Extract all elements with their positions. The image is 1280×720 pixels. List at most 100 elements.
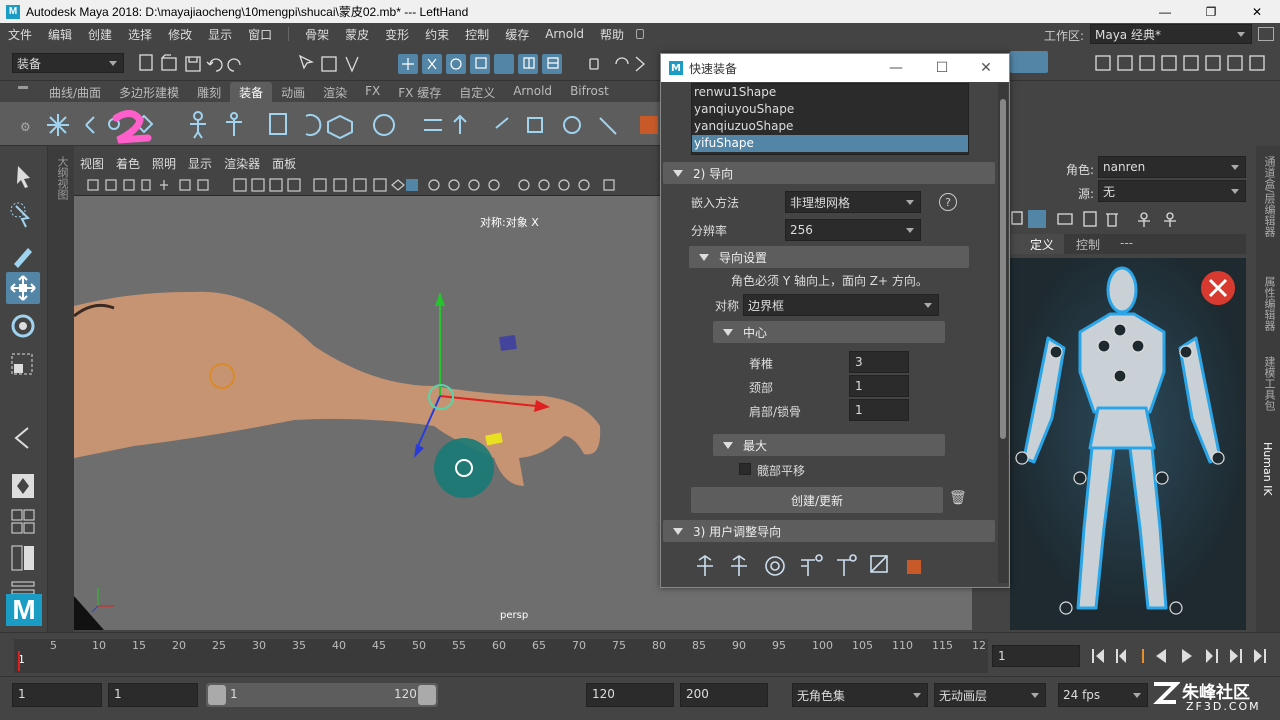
four-view-layout-icon[interactable] (6, 506, 40, 538)
shelf-tab-bifrost[interactable]: Bifrost (561, 82, 618, 102)
current-time-marker[interactable] (18, 651, 20, 671)
guides-section-header[interactable]: 2) 导向 (663, 162, 995, 184)
menu-skin[interactable]: 蒙皮 (337, 26, 377, 43)
shelf-tab-fx[interactable]: FX (356, 82, 389, 102)
hip-translation-checkbox[interactable] (739, 463, 751, 475)
resolution-dropdown[interactable]: 256 (785, 219, 921, 241)
shelf-tab-poly[interactable]: 多边形建模 (110, 82, 188, 102)
symmetry-dropdown[interactable]: 边界框 (743, 294, 939, 316)
shelf-tab-arnold[interactable]: Arnold (504, 82, 561, 102)
source-dropdown[interactable]: 无 (1098, 180, 1246, 202)
embed-method-dropdown[interactable]: 非理想网格 (785, 191, 921, 213)
status-line-icons[interactable] (136, 53, 656, 75)
dialog-close-button[interactable]: ✕ (963, 54, 1009, 82)
side-tab-channel-box[interactable]: 通道盒/层编辑器 (1261, 156, 1277, 237)
mesh-list-item[interactable]: yanqiuzuoShape (692, 118, 968, 135)
max-section-header[interactable]: 最大 (713, 434, 945, 456)
single-view-layout-icon[interactable] (6, 470, 40, 502)
humanik-toolbar-icons[interactable] (1010, 208, 1210, 230)
rotate-tool-icon[interactable] (6, 310, 40, 342)
humanik-skeleton-figure[interactable] (1010, 258, 1246, 630)
last-tool-icon[interactable] (6, 422, 40, 454)
vp-menu-view[interactable]: 视图 (74, 155, 110, 172)
maximize-button[interactable]: ❐ (1188, 0, 1234, 23)
shelf-tab-fx-cache[interactable]: FX 缓存 (389, 82, 450, 102)
dialog-titlebar[interactable]: M 快速装备 — ☐ ✕ (661, 54, 1009, 82)
animation-start-field[interactable]: 1 (12, 683, 102, 707)
vp-menu-lighting[interactable]: 照明 (146, 155, 182, 172)
shelf-tab-rendering[interactable]: 渲染 (314, 82, 356, 102)
scrollbar-thumb[interactable] (1000, 99, 1006, 439)
viewport-toolbar-icons[interactable] (84, 177, 664, 193)
vp-menu-renderer[interactable]: 渲染器 (218, 155, 266, 172)
side-tab-modeling-toolkit[interactable]: 建模工具包 (1261, 356, 1277, 411)
select-tool-icon[interactable] (6, 162, 40, 194)
move-tool-icon[interactable] (6, 272, 40, 304)
menu-create[interactable]: 创建 (80, 26, 120, 43)
menu-help[interactable]: 帮助 (592, 26, 632, 43)
lock-icon[interactable] (636, 29, 645, 39)
vp-menu-panels[interactable]: 面板 (266, 155, 302, 172)
playback-end-field[interactable]: 120 (586, 683, 674, 707)
menu-edit[interactable]: 编辑 (40, 26, 80, 43)
vp-menu-show[interactable]: 显示 (182, 155, 218, 172)
dialog-scrollbar[interactable] (998, 83, 1008, 583)
paint-select-tool-icon[interactable] (6, 238, 40, 270)
menu-modify[interactable]: 修改 (160, 26, 200, 43)
scale-tool-icon[interactable] (6, 348, 40, 380)
menu-windows[interactable]: 窗口 (240, 26, 280, 43)
shelf-tab-rigging[interactable]: 装备 (230, 82, 273, 102)
menu-control[interactable]: 控制 (457, 26, 497, 43)
shelf-menu-icon[interactable] (18, 86, 28, 89)
current-frame-field[interactable]: 1 (992, 645, 1080, 667)
playback-controls[interactable] (1088, 645, 1274, 667)
render-settings-button[interactable] (1010, 51, 1048, 73)
range-slider-start-handle[interactable] (208, 685, 226, 705)
menuset-dropdown[interactable]: 装备 (12, 53, 124, 73)
shelf-settings-icon[interactable]: ⚙ (20, 120, 31, 134)
shelf-tab-custom[interactable]: 自定义 (450, 82, 504, 102)
menu-constrain[interactable]: 约束 (417, 26, 457, 43)
side-tab-attribute-editor[interactable]: 属性编辑器 (1261, 276, 1277, 331)
tab-more[interactable]: --- (1112, 234, 1145, 254)
menu-select[interactable]: 选择 (120, 26, 160, 43)
panel-toggle-icon[interactable] (1258, 27, 1274, 41)
menu-skeleton[interactable]: 骨架 (297, 26, 337, 43)
dialog-minimize-button[interactable]: — (873, 54, 919, 82)
help-icon[interactable]: ? (939, 193, 957, 211)
side-by-side-layout-icon[interactable] (6, 542, 40, 574)
user-adjust-section-header[interactable]: 3) 用户调整导向 (663, 520, 995, 542)
anim-layer-dropdown[interactable]: 无动画层 (934, 683, 1046, 707)
dialog-maximize-button[interactable]: ☐ (919, 54, 965, 82)
lasso-tool-icon[interactable] (6, 200, 40, 232)
menu-deform[interactable]: 变形 (377, 26, 417, 43)
minimize-button[interactable]: — (1142, 0, 1188, 23)
neck-count-field[interactable]: 1 (849, 375, 909, 397)
shelf-tab-animation[interactable]: 动画 (272, 82, 314, 102)
menu-cache[interactable]: 缓存 (497, 26, 537, 43)
user-adjust-tool-icons[interactable] (693, 552, 933, 580)
center-section-header[interactable]: 中心 (713, 321, 945, 343)
animation-end-field[interactable]: 200 (680, 683, 768, 707)
workspace-dropdown[interactable]: Maya 经典* (1090, 24, 1252, 44)
mesh-list-item[interactable]: renwu1Shape (692, 84, 968, 101)
spine-count-field[interactable]: 3 (849, 351, 909, 373)
shoulder-count-field[interactable]: 1 (849, 399, 909, 421)
side-tab-human-ik[interactable]: Human IK (1261, 442, 1274, 496)
panel-toggle-icons[interactable] (1094, 53, 1280, 75)
guide-settings-header[interactable]: 导向设置 (689, 246, 969, 268)
close-button[interactable]: ✕ (1234, 0, 1280, 23)
menu-file[interactable]: 文件 (0, 26, 40, 43)
menu-arnold[interactable]: Arnold (537, 27, 592, 41)
character-dropdown[interactable]: nanren (1098, 156, 1246, 178)
fps-dropdown[interactable]: 24 fps (1058, 683, 1148, 707)
outliner-strip[interactable]: 大纲视图 (48, 146, 74, 632)
playback-start-field[interactable]: 1 (108, 683, 198, 707)
humanik-character-view[interactable] (1010, 258, 1246, 630)
mesh-list-item[interactable]: yanqiuyouShape (692, 101, 968, 118)
create-update-button[interactable]: 创建/更新 (691, 487, 943, 513)
tab-define[interactable]: 定义 (1010, 234, 1065, 254)
mesh-list-item-selected[interactable]: yifuShape (692, 135, 968, 152)
vp-menu-shading[interactable]: 着色 (110, 155, 146, 172)
shelf-tab-sculpt[interactable]: 雕刻 (188, 82, 230, 102)
